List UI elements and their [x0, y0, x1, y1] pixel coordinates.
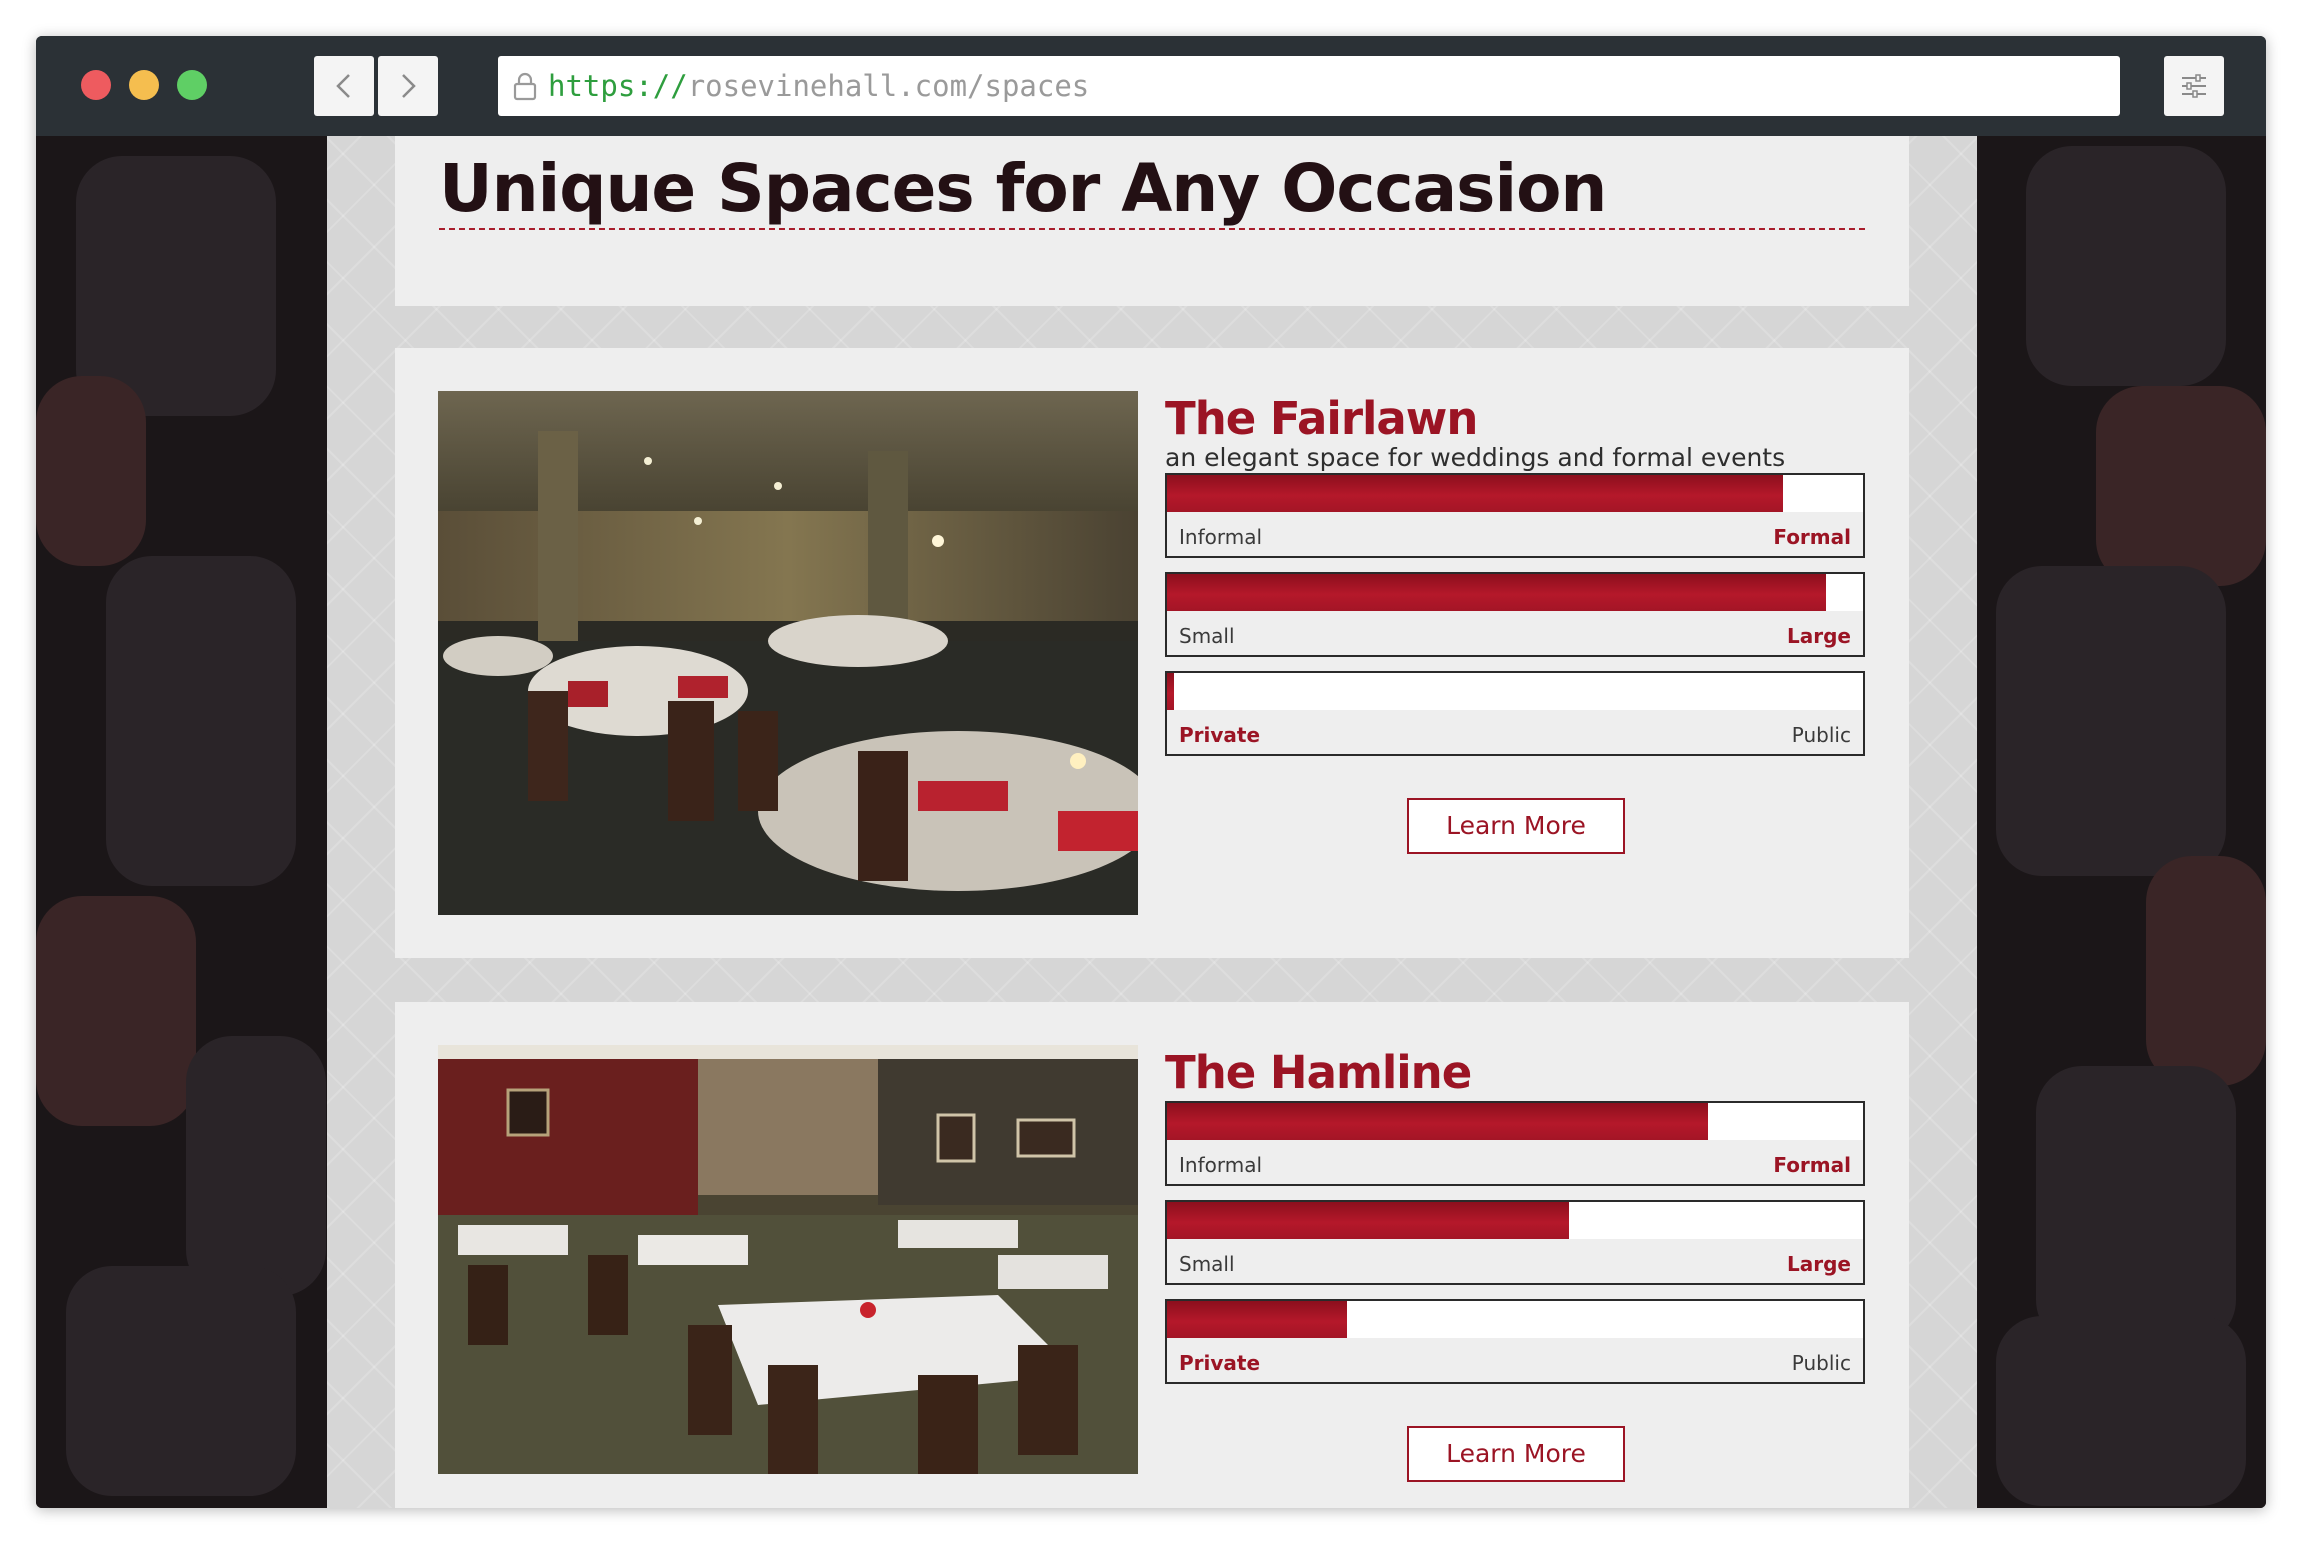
url-scheme: https:// — [548, 69, 688, 103]
space-card-hamline: The Hamline Informal Formal Small Large Pr… — [395, 1002, 1909, 1508]
page-viewport[interactable]: Unique Spaces for Any Occasion The Fairl… — [36, 136, 2266, 1508]
privacy-meter: Private Public — [1165, 671, 1865, 756]
meter-low-label: Private — [1179, 1351, 1261, 1375]
fairlawn-photo — [438, 391, 1138, 915]
meter-high-label: Formal — [1773, 1153, 1851, 1177]
space-card-fairlawn: The Fairlawn an elegant space for weddin… — [395, 348, 1909, 958]
chevron-left-icon — [336, 74, 350, 98]
meter-high-label: Large — [1787, 1252, 1851, 1276]
meter-low-label: Small — [1179, 624, 1235, 648]
lock-icon — [512, 71, 538, 101]
meter-high-label: Public — [1791, 1351, 1851, 1375]
meter-low-label: Informal — [1179, 1153, 1263, 1177]
hamline-info: The Hamline Informal Formal Small Large Pr… — [1165, 1045, 1867, 1482]
hamline-photo — [438, 1045, 1138, 1474]
settings-menu-button[interactable] — [2164, 56, 2224, 116]
learn-more-fairlawn-button[interactable]: Learn More — [1407, 798, 1625, 854]
forward-button[interactable] — [378, 56, 438, 116]
content-column: Unique Spaces for Any Occasion The Fairl… — [327, 136, 1977, 1508]
learn-more-hamline-button[interactable]: Learn More — [1407, 1426, 1625, 1482]
privacy-meter: Private Public — [1165, 1299, 1865, 1384]
meter-low-label: Informal — [1179, 525, 1263, 549]
formality-meter-fill — [1167, 475, 1783, 512]
size-meter-fill — [1167, 574, 1827, 611]
space-description: an elegant space for weddings and formal… — [1165, 443, 1786, 472]
meter-high-label: Large — [1787, 624, 1851, 648]
meter-high-label: Formal — [1773, 525, 1851, 549]
formality-meter: Informal Formal — [1165, 473, 1865, 558]
size-meter: Small Large — [1165, 1200, 1865, 1285]
minimize-window-button[interactable] — [129, 70, 159, 100]
meter-low-label: Small — [1179, 1252, 1235, 1276]
back-button[interactable] — [314, 56, 374, 116]
size-meter: Small Large — [1165, 572, 1865, 657]
chevron-right-icon — [402, 74, 416, 98]
space-title: The Fairlawn — [1165, 392, 1478, 445]
maximize-window-button[interactable] — [177, 70, 207, 100]
close-window-button[interactable] — [81, 70, 111, 100]
url-path: rosevinehall.com/spaces — [687, 69, 1090, 103]
title-section: Unique Spaces for Any Occasion — [395, 136, 1909, 306]
page-title: Unique Spaces for Any Occasion — [439, 152, 1865, 230]
privacy-meter-fill — [1167, 673, 1174, 710]
browser-toolbar: https://rosevinehall.com/spaces — [36, 36, 2266, 136]
size-meter-fill — [1167, 1202, 1570, 1239]
browser-window: https://rosevinehall.com/spaces Unique S… — [36, 36, 2266, 1508]
meter-low-label: Private — [1179, 723, 1261, 747]
fairlawn-info: The Fairlawn an elegant space for weddin… — [1165, 391, 1867, 854]
meter-high-label: Public — [1791, 723, 1851, 747]
sliders-icon — [2182, 74, 2206, 98]
formality-meter: Informal Formal — [1165, 1101, 1865, 1186]
space-title: The Hamline — [1165, 1046, 1472, 1099]
formality-meter-fill — [1167, 1103, 1709, 1140]
address-bar[interactable]: https://rosevinehall.com/spaces — [498, 56, 2120, 116]
privacy-meter-fill — [1167, 1301, 1347, 1338]
